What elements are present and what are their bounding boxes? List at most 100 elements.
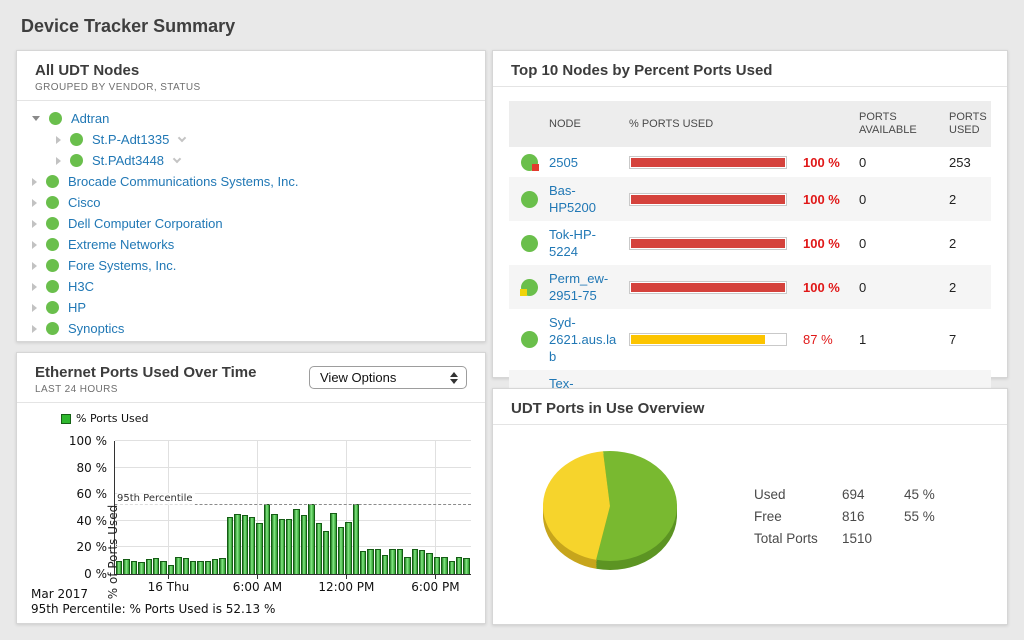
bar xyxy=(463,558,469,574)
bar xyxy=(412,549,418,574)
ports-pie-chart xyxy=(539,445,681,583)
chevron-down-icon[interactable] xyxy=(173,155,181,163)
node-link[interactable]: Bas-HP5200 xyxy=(549,182,629,216)
node-link[interactable]: 2505 xyxy=(549,154,629,171)
node-status-icon xyxy=(521,331,538,348)
ports-in-use-overview-panel: UDT Ports in Use Overview Used69445 %Fre… xyxy=(492,388,1008,625)
ports-used-chart-area: % Ports Used % of Ports Used 0 %20 %40 %… xyxy=(17,403,485,633)
triangle-right-icon[interactable] xyxy=(32,241,37,249)
node-link[interactable]: Fore Systems, Inc. xyxy=(68,258,176,273)
bar xyxy=(375,549,381,574)
node-link[interactable]: St.P-Adt1335 xyxy=(92,132,169,147)
tree-item-synoptics[interactable]: Synoptics xyxy=(17,318,485,339)
bar xyxy=(227,517,233,574)
ports-used-value: 7 xyxy=(949,332,991,347)
x-tick-label: 12:00 PM xyxy=(318,580,374,594)
up-down-arrows-icon xyxy=(450,372,458,384)
top10-title: Top 10 Nodes by Percent Ports Used xyxy=(511,62,989,79)
tree-item-hp[interactable]: HP xyxy=(17,297,485,318)
percent-bar-track xyxy=(629,333,787,346)
triangle-right-icon[interactable] xyxy=(56,136,61,144)
bar xyxy=(353,504,359,574)
status-badge-icon xyxy=(532,164,539,171)
percent-bar-fill xyxy=(631,195,785,204)
x-tick-mark xyxy=(435,575,436,579)
chevron-down-icon[interactable] xyxy=(178,134,186,142)
bar xyxy=(212,559,218,574)
bar xyxy=(138,562,144,574)
tree-item-dell-computer-corporation[interactable]: Dell Computer Corporation xyxy=(17,213,485,234)
percent-value: 100 % xyxy=(803,192,840,207)
view-options-select[interactable]: View Options xyxy=(309,366,467,389)
triangle-right-icon[interactable] xyxy=(32,262,37,270)
percent-ports-cell: 100 % xyxy=(629,236,859,251)
ethernet-ports-titles: Ethernet Ports Used Over Time LAST 24 HO… xyxy=(35,364,256,395)
node-link[interactable]: Adtran xyxy=(71,111,109,126)
table-row-tok-hp-5224: Tok-HP-5224100 %02 xyxy=(509,221,991,265)
triangle-right-icon[interactable] xyxy=(32,283,37,291)
bar xyxy=(338,527,344,574)
ethernet-ports-title: Ethernet Ports Used Over Time xyxy=(35,364,256,381)
tree-item-st-p-adt1335[interactable]: St.P-Adt1335 xyxy=(17,129,485,150)
all-udt-nodes-panel: All UDT Nodes GROUPED BY VENDOR, STATUS … xyxy=(16,50,486,342)
node-link[interactable]: St.PAdt3448 xyxy=(92,153,164,168)
bar xyxy=(190,561,196,574)
y-tick-label: 100 % xyxy=(55,434,107,448)
triangle-right-icon[interactable] xyxy=(32,220,37,228)
node-link[interactable]: Synoptics xyxy=(68,321,124,336)
tree-item-h3c[interactable]: H3C xyxy=(17,276,485,297)
bar xyxy=(168,565,174,574)
tree-item-adtran[interactable]: Adtran xyxy=(17,108,485,129)
tree-item-st-padt3448[interactable]: St.PAdt3448 xyxy=(17,150,485,171)
column-percent-ports-used: % PORTS USED xyxy=(629,112,859,137)
node-link[interactable]: Perm_ew-2951-75 xyxy=(549,270,629,304)
triangle-right-icon[interactable] xyxy=(56,157,61,165)
bar xyxy=(286,519,292,574)
bar xyxy=(330,513,336,574)
green-circle-status-up-icon xyxy=(46,175,59,188)
tree-item-brocade-communications-systems-inc[interactable]: Brocade Communications Systems, Inc. xyxy=(17,171,485,192)
bar xyxy=(183,558,189,574)
top10-table-header: NODE % PORTS USED PORTS AVAILABLE PORTS … xyxy=(509,101,991,147)
bar xyxy=(308,504,314,574)
green-circle-status-up-icon xyxy=(46,217,59,230)
tree-item-fore-systems-inc[interactable]: Fore Systems, Inc. xyxy=(17,255,485,276)
node-link[interactable]: Brocade Communications Systems, Inc. xyxy=(68,174,298,189)
table-row-perm-ew-2951-75: Perm_ew-2951-75100 %02 xyxy=(509,265,991,309)
status-cell xyxy=(509,234,549,251)
chart-footer-percentile: 95th Percentile: % Ports Used is 52.13 % xyxy=(31,602,275,617)
triangle-right-icon[interactable] xyxy=(32,304,37,312)
pie-legend-row-used: Used69445 % xyxy=(728,483,952,505)
triangle-right-icon[interactable] xyxy=(32,178,37,186)
percent-bar-fill xyxy=(631,239,785,248)
node-link[interactable]: Dell Computer Corporation xyxy=(68,216,223,231)
ethernet-ports-over-time-panel: Ethernet Ports Used Over Time LAST 24 HO… xyxy=(16,352,486,624)
status-cell xyxy=(509,331,549,348)
node-link[interactable]: Syd-2621.aus.lab xyxy=(549,314,629,365)
x-tick-label: 6:00 PM xyxy=(411,580,459,594)
bar xyxy=(316,523,322,574)
node-link[interactable]: H3C xyxy=(68,279,94,294)
bar xyxy=(301,515,307,574)
ports-used-value: 2 xyxy=(949,236,991,251)
node-link[interactable]: HP xyxy=(68,300,86,315)
node-link[interactable]: Tok-HP-5224 xyxy=(549,226,629,260)
percent-ports-cell: 100 % xyxy=(629,192,859,207)
ethernet-ports-header: Ethernet Ports Used Over Time LAST 24 HO… xyxy=(17,353,485,403)
green-circle-status-up-icon xyxy=(46,301,59,314)
percent-ports-cell: 100 % xyxy=(629,155,859,170)
triangle-right-icon[interactable] xyxy=(32,199,37,207)
triangle-right-icon[interactable] xyxy=(32,325,37,333)
bar xyxy=(293,509,299,574)
ports-overview-header: UDT Ports in Use Overview xyxy=(493,389,1007,425)
percent-bar-track xyxy=(629,237,787,250)
green-circle-status-up-icon xyxy=(46,238,59,251)
status-cell xyxy=(509,153,549,170)
tree-item-extreme-networks[interactable]: Extreme Networks xyxy=(17,234,485,255)
node-link[interactable]: Cisco xyxy=(68,195,101,210)
node-link[interactable]: Extreme Networks xyxy=(68,237,174,252)
tree-item-cisco[interactable]: Cisco xyxy=(17,192,485,213)
green-circle-status-up-icon xyxy=(46,196,59,209)
triangle-down-icon[interactable] xyxy=(32,116,40,121)
bar xyxy=(367,549,373,574)
